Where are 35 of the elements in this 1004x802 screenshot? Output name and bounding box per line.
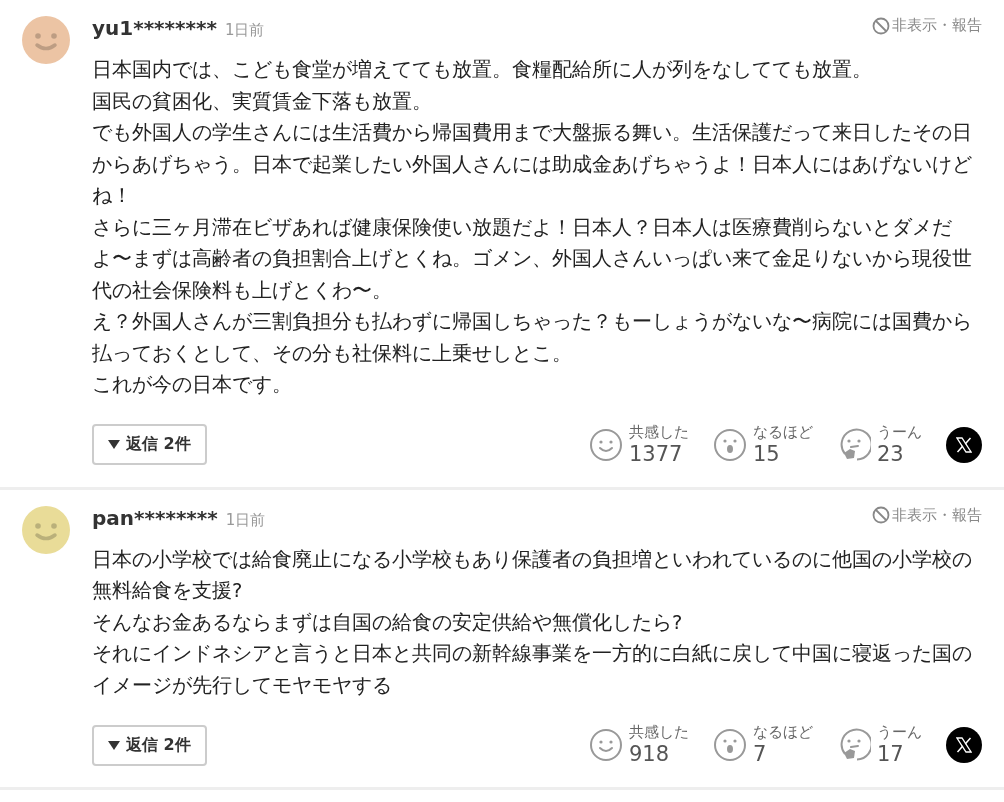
reaction-button[interactable]: 共感した 918 [589, 723, 689, 767]
comment-text: え？外国人さんが三割負担分も払わずに帰国しちゃった？もーしょうがないな〜病院には国費から払っておくとして、その分も社保料に上乗せしとこ。 [92, 309, 973, 367]
comment-text: これが今の日本です。 [92, 372, 293, 398]
comment-text: さらに三ヶ月滞在ビザあれば健康保険使い放題だよ！日本人？日本人は医療費削らないとダメだよ〜まずは高齢者の負担割合上げとくね。ゴメン、外国人さんいっぱい来て金足りないから現役世代の社会保険料も上げとくわ〜。 [92, 214, 973, 304]
comment-text: 日本の小学校では給食廃止になる小学校もあり保護者の負担増といわれているのに他国の小学校の無料給食を支援? [92, 546, 973, 604]
reaction-button[interactable]: 共感した 1377 [589, 422, 689, 467]
hide-report-link[interactable]: 非表示・報告 [872, 16, 982, 35]
timestamp: 1日前 [224, 21, 265, 40]
surprised-face-icon [713, 427, 747, 462]
caret-icon [108, 740, 120, 750]
comment-text: でも外国人の学生さんには生活費から帰国費用まで大盤振る舞い。生活保護だって来日したその日からあげちゃう。日本で起業したい外国人さんには助成金あげちゃうよ！日本人にはあげないけどね！ [92, 120, 973, 209]
x-logo-icon [956, 737, 972, 753]
smile-icon [589, 728, 623, 762]
smile-icon [589, 427, 623, 462]
username[interactable]: yu1******** [92, 16, 217, 40]
hide-report-link[interactable]: 非表示・報告 [872, 505, 982, 525]
comment-text: それにインドネシアと言うと日本と共同の新幹線事業を一方的に白紙に戻して中国に寝返った国のイメージが先行してモヤモヤする [92, 641, 973, 699]
share-button[interactable] [946, 426, 982, 463]
comment-text: そんなお金あるならまずは自国の給食の安定供給や無償化したら? [92, 609, 684, 636]
comment-text: 日本国内では、こども食堂が増えてても放置。食糧配給所に人が列をなしてても放置。 [92, 57, 873, 83]
timestamp: 1日前 [225, 510, 266, 530]
prohibited-icon [872, 506, 890, 524]
prohibited-icon [872, 16, 890, 35]
reaction-button[interactable]: なるほど 15 [713, 422, 813, 467]
replies-button[interactable]: 返信 2件 [92, 724, 207, 766]
username[interactable]: pan******** [92, 505, 218, 530]
comment-text: 国民の貧困化、実質賃金下落も放置。 [92, 88, 433, 115]
replies-button[interactable]: 返信 2件 [92, 424, 207, 465]
reaction-button[interactable]: うーん 17 [837, 723, 922, 767]
caret-icon [108, 440, 120, 449]
reaction-button[interactable]: なるほど 7 [713, 723, 813, 767]
surprised-face-icon [713, 728, 747, 762]
x-logo-icon [956, 436, 972, 453]
reaction-button[interactable]: うーん 23 [837, 422, 922, 467]
share-button[interactable] [946, 727, 982, 763]
